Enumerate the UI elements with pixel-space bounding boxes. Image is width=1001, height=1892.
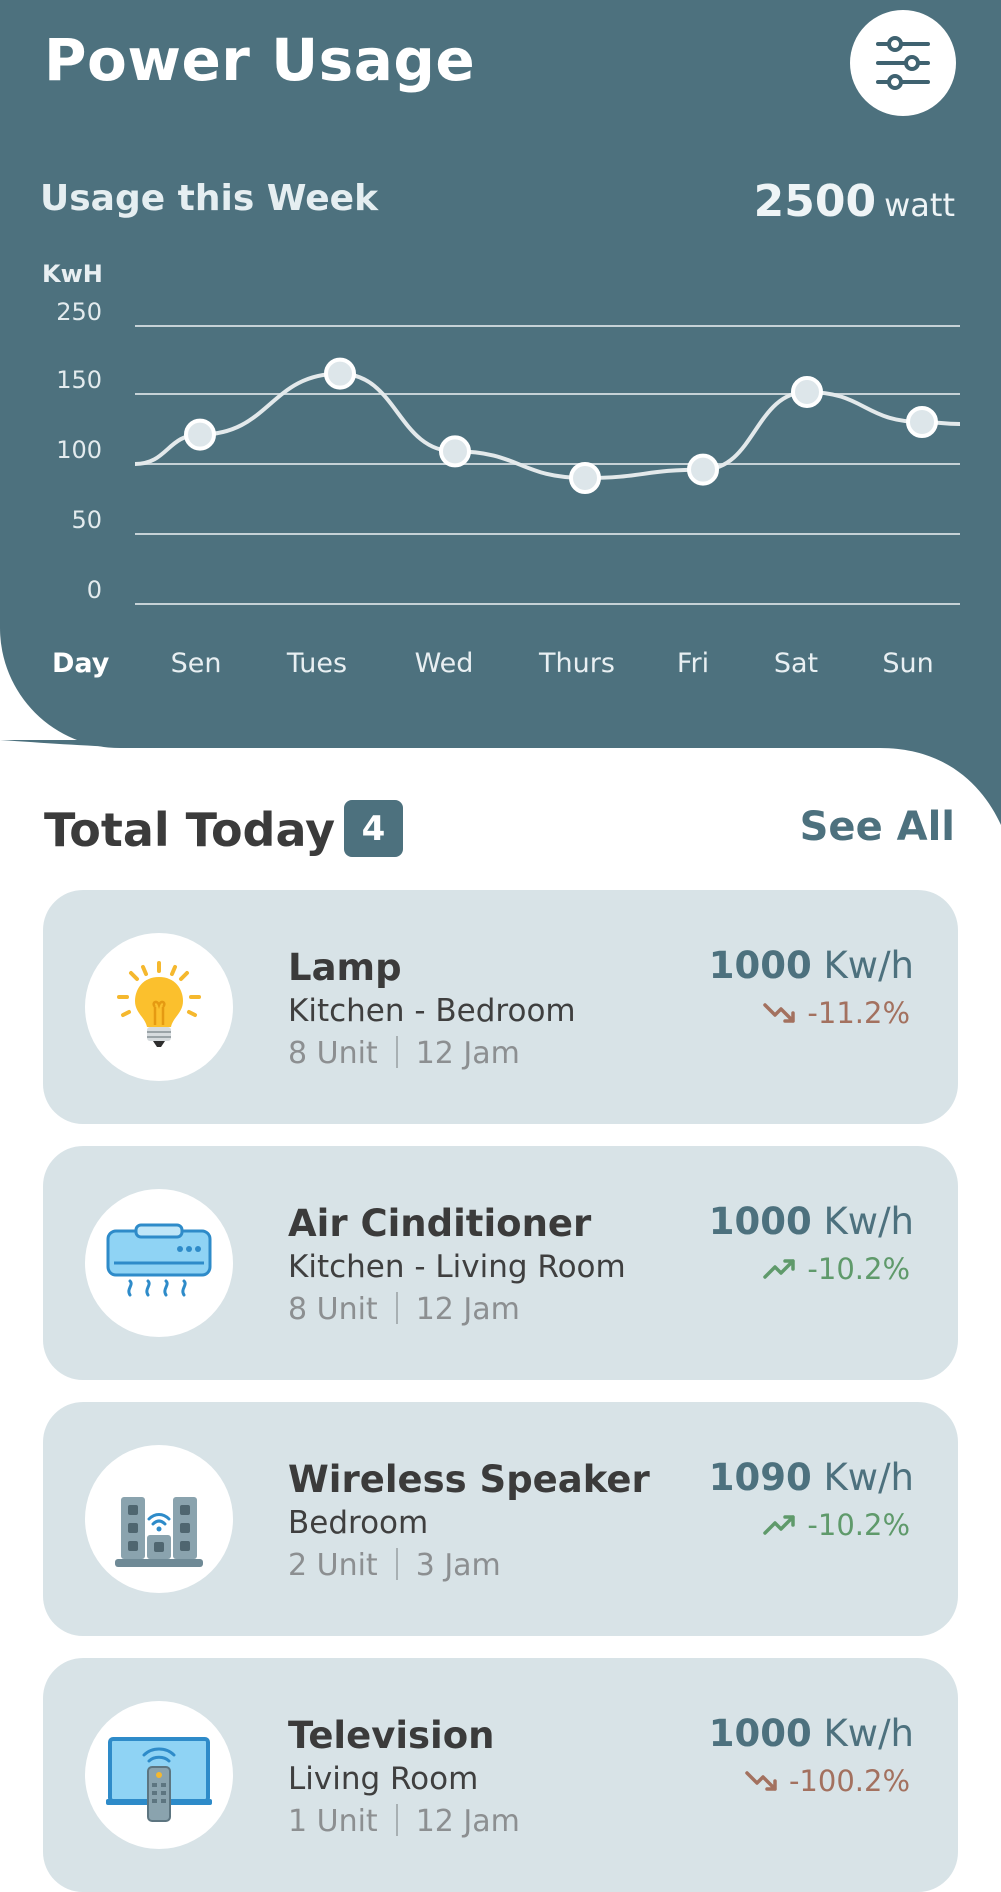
x-tick-label: Sat — [774, 648, 818, 679]
device-units: 8 Unit — [288, 1036, 378, 1071]
data-point — [791, 375, 823, 408]
device-power-value: 1000 — [708, 1200, 812, 1243]
device-card-wireless-speaker[interactable]: Wireless Speaker Bedroom 2 Unit 3 Jam 109… — [43, 1402, 958, 1636]
device-power-unit: Kw/h — [823, 1200, 914, 1243]
device-card-television[interactable]: Television Living Room 1 Unit 12 Jam 1000… — [43, 1658, 958, 1892]
chart-subtitle: Usage this Week — [40, 178, 379, 219]
device-location: Kitchen - Living Room — [288, 1249, 626, 1285]
data-point — [687, 453, 719, 486]
device-units: 8 Unit — [288, 1292, 378, 1327]
sliders-icon — [876, 36, 930, 90]
device-location: Kitchen - Bedroom — [288, 993, 576, 1029]
device-icon-circle — [85, 1189, 233, 1337]
y-tick-label: 100 — [56, 436, 102, 464]
weekly-total-unit: watt — [884, 186, 955, 224]
divider — [395, 1292, 398, 1324]
device-trend-value: -100.2% — [788, 1764, 910, 1798]
device-power-value: 1090 — [708, 1456, 812, 1499]
device-power-value: 1000 — [708, 1712, 812, 1755]
device-icon-circle — [85, 1701, 233, 1849]
device-units: 1 Unit — [288, 1804, 378, 1839]
page-title: Power Usage — [44, 26, 476, 94]
x-axis-label: Day — [52, 648, 110, 679]
device-power: 1090 Kw/h — [709, 1456, 914, 1499]
device-location: Bedroom — [288, 1505, 429, 1541]
device-trend-value: -10.2% — [807, 1252, 910, 1286]
data-point — [439, 435, 471, 468]
x-tick-label: Thurs — [538, 648, 615, 679]
trend-down-icon — [763, 1003, 796, 1023]
device-trend: -10.2% — [763, 1252, 910, 1286]
device-trend-value: -11.2% — [807, 996, 910, 1030]
device-units: 2 Unit — [288, 1548, 378, 1583]
y-tick-label: 0 — [87, 576, 102, 604]
device-hours: 12 Jam — [415, 1292, 520, 1327]
trend-up-icon — [763, 1515, 796, 1535]
y-axis-label: KwH — [42, 260, 103, 288]
x-tick-label: Sen — [171, 648, 222, 679]
device-name: Television — [288, 1714, 495, 1757]
data-point — [324, 357, 356, 390]
device-name: Air Cinditioner — [288, 1202, 592, 1245]
device-power: 1000 Kw/h — [709, 944, 914, 987]
device-hours: 3 Jam — [415, 1548, 501, 1583]
device-name: Lamp — [288, 946, 402, 989]
trend-down-icon — [745, 1771, 777, 1791]
device-power-unit: Kw/h — [823, 944, 914, 987]
device-hours: 12 Jam — [415, 1804, 520, 1839]
y-tick-label: 250 — [56, 298, 102, 326]
device-trend-value: -10.2% — [807, 1508, 910, 1542]
device-power-value: 1000 — [708, 944, 812, 987]
section-title: Total Today — [44, 803, 336, 857]
lightbulb-icon — [117, 961, 201, 1047]
divider — [395, 1804, 398, 1836]
count-badge: 4 — [344, 800, 403, 857]
device-power: 1000 Kw/h — [709, 1200, 914, 1243]
speaker-icon — [115, 1497, 203, 1567]
device-power: 1000 Kw/h — [709, 1712, 914, 1755]
device-card-lamp[interactable]: Lamp Kitchen - Bedroom 8 Unit 12 Jam 1000… — [43, 890, 958, 1124]
x-tick-label: Tues — [286, 648, 347, 679]
y-tick-label: 150 — [56, 366, 102, 394]
device-power-unit: Kw/h — [823, 1456, 914, 1499]
device-power-unit: Kw/h — [823, 1712, 914, 1755]
x-tick-label: Sun — [882, 648, 933, 679]
device-trend: -11.2% — [763, 996, 910, 1030]
divider — [395, 1036, 398, 1068]
device-meta: 8 Unit 12 Jam — [288, 1292, 520, 1327]
device-meta: 1 Unit 12 Jam — [288, 1804, 520, 1839]
filter-button[interactable] — [850, 10, 956, 116]
usage-line-chart: KwH 250 150 100 50 0 Day Sen Tues Wed Thurs Fri Sat S… — [42, 260, 961, 679]
device-trend: -100.2% — [745, 1764, 910, 1798]
weekly-total-value: 2500 — [753, 176, 877, 227]
data-point — [569, 462, 601, 494]
device-card-air-conditioner[interactable]: Air Cinditioner Kitchen - Living Room 8 … — [43, 1146, 958, 1380]
series-line — [134, 371, 961, 481]
divider — [395, 1548, 398, 1580]
trend-up-icon — [763, 1259, 796, 1279]
device-trend: -10.2% — [763, 1508, 910, 1542]
x-tick-label: Wed — [415, 648, 474, 679]
device-name: Wireless Speaker — [288, 1458, 650, 1501]
data-point — [184, 418, 216, 451]
device-icon-circle — [85, 1445, 233, 1593]
device-icon-circle — [85, 933, 233, 1081]
device-meta: 8 Unit 12 Jam — [288, 1036, 520, 1071]
data-point — [906, 406, 938, 438]
device-meta: 2 Unit 3 Jam — [288, 1548, 501, 1583]
y-tick-label: 50 — [71, 506, 102, 534]
see-all-link[interactable]: See All — [800, 804, 955, 850]
device-location: Living Room — [288, 1761, 479, 1797]
air-conditioner-icon — [106, 1223, 212, 1297]
x-tick-label: Fri — [677, 648, 709, 679]
weekly-total: 2500 watt — [754, 176, 955, 227]
television-icon — [106, 1737, 212, 1822]
device-hours: 12 Jam — [415, 1036, 520, 1071]
